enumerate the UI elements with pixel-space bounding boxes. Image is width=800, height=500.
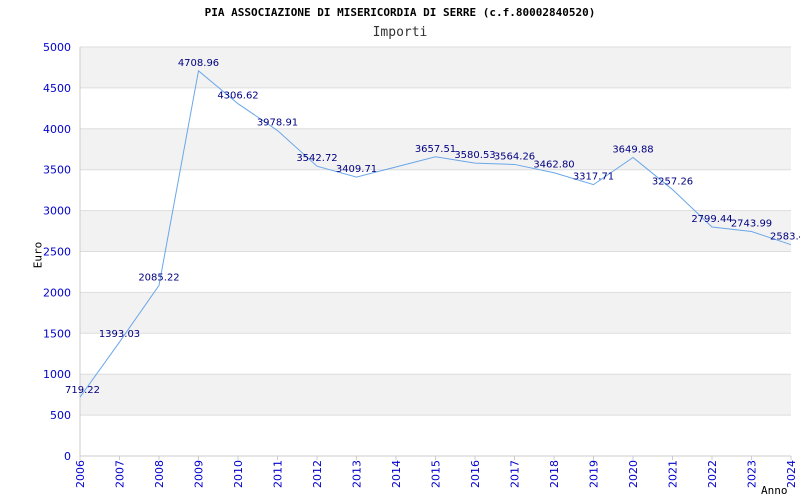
x-tick-label: 2015 bbox=[430, 460, 443, 488]
x-tick-label: 2012 bbox=[311, 460, 324, 488]
line-chart: PIA ASSOCIAZIONE DI MISERICORDIA DI SERR… bbox=[0, 0, 800, 500]
x-tick-label: 2020 bbox=[627, 460, 640, 488]
x-tick-label: 2019 bbox=[588, 460, 601, 488]
y-tick-label: 2500 bbox=[43, 246, 71, 259]
y-tick-label: 0 bbox=[64, 450, 71, 463]
x-tick-label: 2009 bbox=[193, 460, 206, 488]
x-tick-label: 2014 bbox=[390, 460, 403, 488]
x-tick-label: 2021 bbox=[667, 460, 680, 488]
x-tick-label: 2013 bbox=[351, 460, 364, 488]
plot-area: 0 500 1000 1500 2000 2500 3000 3500 4000 4500 5000… bbox=[43, 41, 800, 488]
x-tick-label: 2006 bbox=[74, 460, 87, 488]
data-label: 3580.53 bbox=[454, 150, 495, 161]
data-label: 3649.88 bbox=[612, 144, 653, 155]
x-tick-label: 2018 bbox=[548, 460, 561, 488]
data-label: 2085.22 bbox=[138, 272, 179, 283]
data-label: 4306.62 bbox=[217, 91, 258, 102]
y-tick-label: 1500 bbox=[43, 327, 71, 340]
x-tick-label: 2017 bbox=[509, 460, 522, 488]
grid-band bbox=[80, 292, 791, 334]
x-tick-label: 2023 bbox=[746, 460, 759, 488]
data-label: 3564.26 bbox=[494, 151, 535, 162]
data-label: 3317.71 bbox=[573, 172, 614, 183]
grid-band bbox=[80, 210, 791, 252]
x-tick-label: 2022 bbox=[706, 460, 719, 488]
data-label: 2743.99 bbox=[731, 219, 772, 230]
data-label: 1393.03 bbox=[99, 329, 140, 340]
y-tick-label: 500 bbox=[50, 409, 71, 422]
data-label: 719.22 bbox=[65, 385, 100, 396]
data-label: 3462.80 bbox=[533, 160, 574, 171]
x-tick-label: 2007 bbox=[114, 460, 127, 488]
data-label: 3657.51 bbox=[415, 144, 456, 155]
y-tick-label: 4000 bbox=[43, 123, 71, 136]
y-tick-label: 5000 bbox=[43, 41, 71, 54]
y-tick-label: 1000 bbox=[43, 368, 71, 381]
y-tick-label: 4500 bbox=[43, 82, 71, 95]
data-label: 3542.72 bbox=[296, 153, 337, 164]
data-label: 3978.91 bbox=[257, 118, 298, 129]
x-tick-label: 2011 bbox=[272, 460, 285, 488]
data-label: 2799.44 bbox=[691, 214, 732, 225]
data-label: 4708.96 bbox=[178, 58, 219, 69]
x-tick-label: 2024 bbox=[785, 460, 798, 488]
y-tick-label: 3500 bbox=[43, 164, 71, 177]
x-tick-label: 2016 bbox=[469, 460, 482, 488]
data-label: 3409.71 bbox=[336, 164, 377, 175]
y-tick-label: 2000 bbox=[43, 286, 71, 299]
data-label: 3257.26 bbox=[652, 177, 693, 188]
x-tick-label: 2008 bbox=[153, 460, 166, 488]
grid-band bbox=[80, 374, 791, 416]
y-tick-label: 3000 bbox=[43, 205, 71, 218]
x-tick-label: 2010 bbox=[232, 460, 245, 488]
data-label: 2583.4 bbox=[770, 232, 800, 243]
